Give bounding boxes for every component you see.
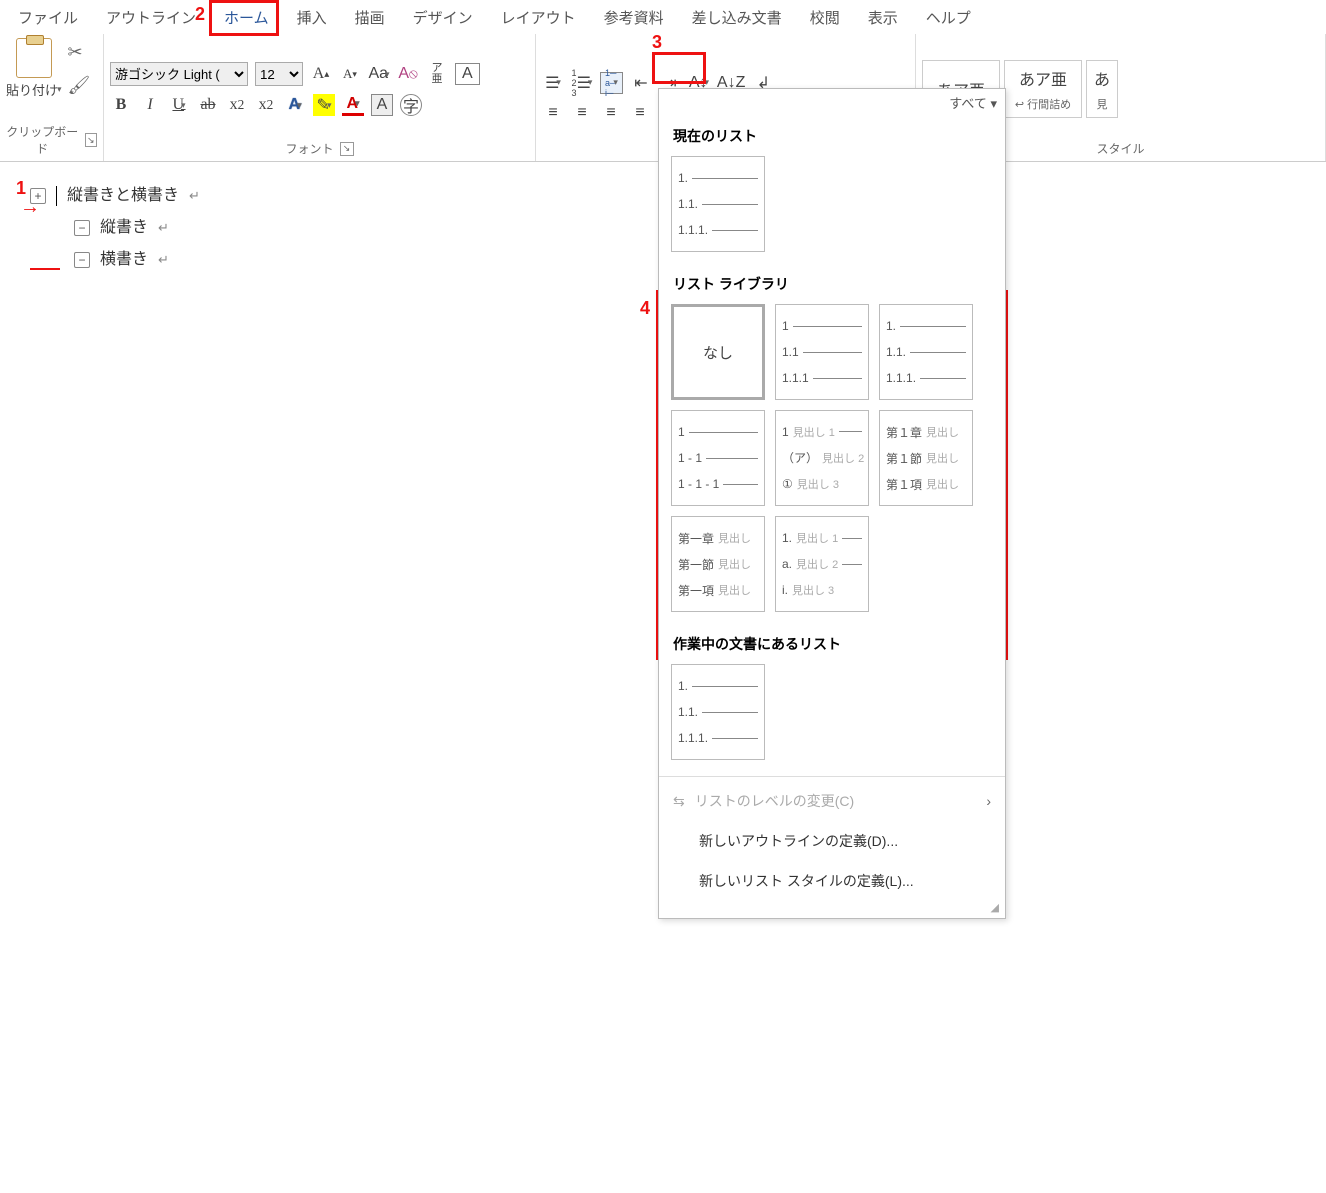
tab-file[interactable]: ファイル <box>4 1 92 34</box>
list-thumb-none[interactable]: なし <box>671 304 765 400</box>
paragraph-mark-icon: ↵ <box>158 215 169 241</box>
change-level-icon: ⇆ <box>673 793 685 810</box>
annotation-number-3: 3 <box>652 32 662 53</box>
tab-layout[interactable]: レイアウト <box>487 1 590 34</box>
menu-define-new-outline[interactable]: 新しいアウトラインの定義(D)... <box>659 821 1005 861</box>
decrease-indent-icon[interactable]: ⇤ <box>630 72 652 94</box>
highlight-icon[interactable]: ✎▾ <box>313 94 335 116</box>
resize-grip-icon[interactable]: ◢ <box>659 901 1005 914</box>
annotation-number-4: 4 <box>640 298 650 319</box>
decrease-font-icon[interactable]: A▾ <box>339 63 361 85</box>
subscript-icon[interactable]: x2 <box>226 94 248 116</box>
multilevel-list-dropdown: すべて ▾ 現在のリスト 1. 1.1. 1.1.1. リスト ライブラリ なし… <box>658 88 1006 919</box>
cut-icon[interactable]: ✂ <box>68 42 91 63</box>
font-color-icon[interactable]: A▾ <box>342 94 364 116</box>
list-thumb-current[interactable]: 1. 1.1. 1.1.1. <box>671 156 765 252</box>
paste-icon[interactable] <box>16 38 52 78</box>
tab-draw[interactable]: 描画 <box>341 1 399 34</box>
outline-collapse-icon[interactable]: − <box>74 252 90 268</box>
section-in-doc-label: 作業中の文書にあるリスト <box>659 624 1005 660</box>
group-font-label: フォント <box>285 140 333 157</box>
justify-icon[interactable]: ≡ <box>629 102 651 124</box>
section-list-library-label: リスト ライブラリ <box>659 264 1005 300</box>
bullets-icon[interactable]: ☰▾ <box>542 72 564 94</box>
style-heading1[interactable]: あ 見 <box>1086 60 1118 118</box>
list-thumb-lib-7[interactable]: 1.見出し 1 a.見出し 2 i.見出し 3 <box>775 516 869 612</box>
outline-heading-1[interactable]: 縦書きと横書き <box>67 180 179 212</box>
list-thumb-lib-5[interactable]: 第１章見出し 第１節見出し 第１項見出し <box>879 410 973 506</box>
enclose-characters-icon[interactable]: 字 <box>400 94 422 116</box>
phonetic-guide-icon[interactable]: ア亜 <box>426 63 448 85</box>
chevron-down-icon[interactable]: ▾ <box>57 84 62 95</box>
outline-item-2[interactable]: 横書き <box>100 244 148 276</box>
font-size-select[interactable]: 12 <box>255 62 303 86</box>
outline-item-1[interactable]: 縦書き <box>100 212 148 244</box>
list-thumb-lib-6[interactable]: 第一章見出し 第一節見出し 第一項見出し <box>671 516 765 612</box>
text-effects-icon[interactable]: A▾ <box>284 94 306 116</box>
tab-home[interactable]: ホーム <box>210 1 283 34</box>
tab-review[interactable]: 校閲 <box>796 1 854 34</box>
list-thumb-lib-1[interactable]: 1 1.1 1.1.1 <box>775 304 869 400</box>
annotation-arrow-icon: → <box>20 196 40 219</box>
clipboard-dialog-launcher[interactable]: ↘ <box>85 133 97 147</box>
bold-icon[interactable]: B <box>110 94 132 116</box>
list-thumb-lib-4[interactable]: 1見出し 1 （ア）見出し 2 ①見出し 3 <box>775 410 869 506</box>
change-case-icon[interactable]: Aa▾ <box>368 63 390 85</box>
tab-view[interactable]: 表示 <box>854 1 912 34</box>
tab-mailings[interactable]: 差し込み文書 <box>678 1 796 34</box>
chevron-right-icon: › <box>986 793 991 809</box>
strikethrough-icon[interactable]: ab <box>197 94 219 116</box>
paragraph-mark-icon: ↵ <box>158 247 169 273</box>
font-dialog-launcher[interactable]: ↘ <box>340 142 354 156</box>
group-styles-label: スタイル <box>1096 140 1144 157</box>
tab-references[interactable]: 参考資料 <box>590 1 678 34</box>
tab-help[interactable]: ヘルプ <box>912 1 985 34</box>
character-border-icon[interactable]: A <box>455 63 480 85</box>
menu-define-new-list-style[interactable]: 新しいリスト スタイルの定義(L)... <box>659 861 1005 901</box>
tab-design[interactable]: デザイン <box>399 1 487 34</box>
outline-collapse-icon[interactable]: − <box>74 220 90 236</box>
list-thumb-lib-2[interactable]: 1. 1.1. 1.1.1. <box>879 304 973 400</box>
font-name-select[interactable]: 游ゴシック Light ( <box>110 62 248 86</box>
clear-formatting-icon[interactable]: A⦸ <box>397 63 419 85</box>
menu-change-list-level: ⇆ リストのレベルの変更(C) › <box>659 781 1005 821</box>
filter-all-button[interactable]: すべて ▾ <box>949 93 997 112</box>
format-painter-icon[interactable]: 🖌 <box>68 75 91 96</box>
align-center-icon[interactable]: ≡ <box>571 102 593 124</box>
group-clipboard-label: クリップボード <box>6 123 79 157</box>
paste-button[interactable]: 貼り付け <box>6 80 58 99</box>
tab-insert[interactable]: 挿入 <box>283 1 341 34</box>
tab-outline[interactable]: アウトライン <box>92 1 210 34</box>
align-right-icon[interactable]: ≡ <box>600 102 622 124</box>
group-clipboard: 貼り付け ▾ ✂ 🖌 クリップボード ↘ <box>0 34 104 161</box>
annotation-line <box>30 268 60 270</box>
italic-icon[interactable]: I <box>139 94 161 116</box>
character-shading-icon[interactable]: A <box>371 94 393 116</box>
superscript-icon[interactable]: x2 <box>255 94 277 116</box>
paragraph-mark-icon: ↵ <box>189 183 200 209</box>
underline-icon[interactable]: U▾ <box>168 94 190 116</box>
text-cursor <box>56 186 57 206</box>
align-left-icon[interactable]: ≡ <box>542 102 564 124</box>
section-current-list-label: 現在のリスト <box>659 116 1005 152</box>
style-no-spacing[interactable]: あア亜 ↩ 行間詰め <box>1004 60 1082 118</box>
group-font: 游ゴシック Light ( 12 A▴ A▾ Aa▾ A⦸ ア亜 A B I U… <box>104 34 536 161</box>
list-thumb-in-doc[interactable]: 1. 1.1. 1.1.1. <box>671 664 765 760</box>
numbering-icon[interactable]: 123☰▾ <box>571 72 593 94</box>
annotation-number-2: 2 <box>195 4 205 25</box>
increase-font-icon[interactable]: A▴ <box>310 63 332 85</box>
multilevel-list-icon[interactable]: 1─a─i─▾ <box>600 72 623 94</box>
list-thumb-lib-3[interactable]: 1 1 - 1 1 - 1 - 1 <box>671 410 765 506</box>
